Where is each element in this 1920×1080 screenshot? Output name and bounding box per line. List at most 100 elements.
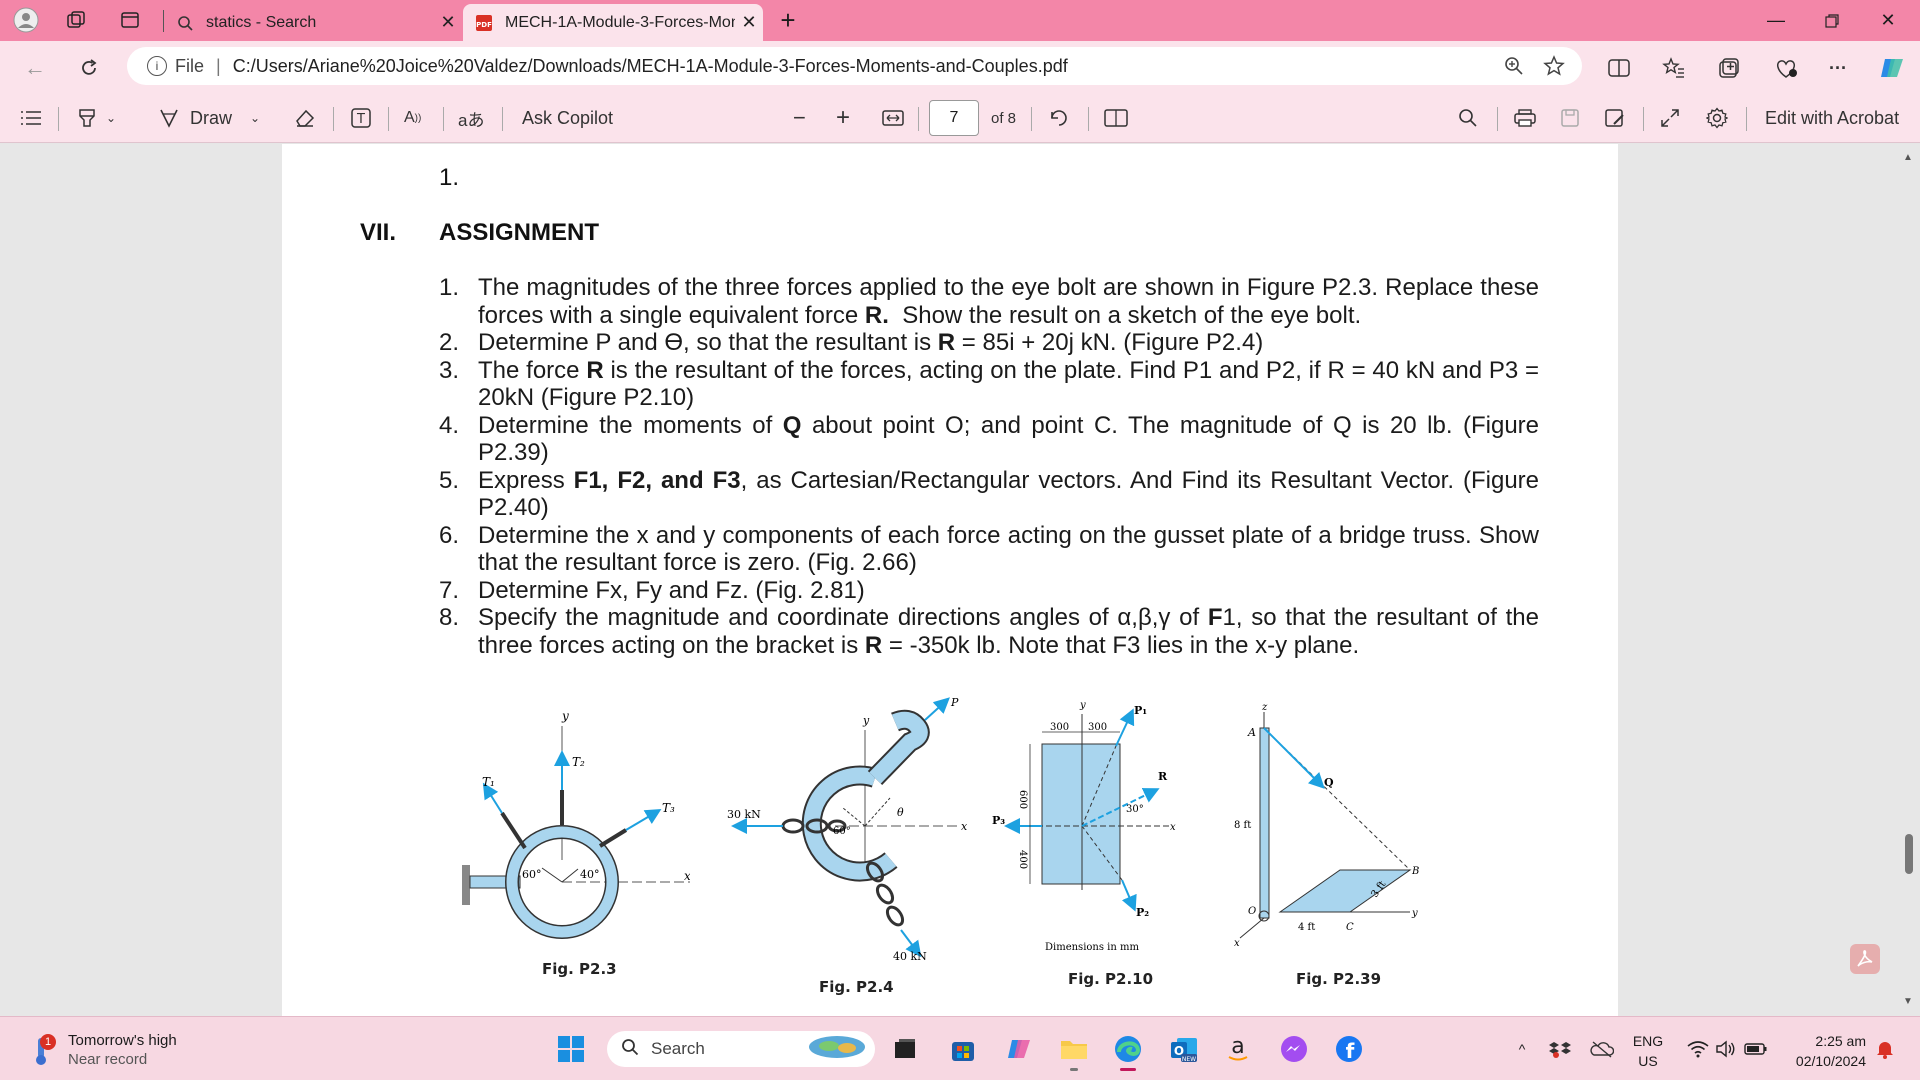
svg-text:f: f [1346, 1039, 1355, 1063]
tab-pdf[interactable]: PDF MECH-1A-Module-3-Forces-Mon ✕ [463, 4, 763, 41]
svg-text:NEW: NEW [1182, 1056, 1196, 1063]
draw-label: Draw [190, 107, 233, 128]
refresh-icon[interactable] [72, 51, 106, 85]
task-view-icon[interactable] [889, 1033, 921, 1065]
address-bar[interactable]: i File | C:/Users/Ariane%20Joice%20Valde… [127, 47, 1582, 85]
highlight-button[interactable]: ⌄ [76, 102, 116, 134]
copilot-icon[interactable] [1874, 51, 1910, 85]
clock[interactable]: 2:25 am 02/10/2024 [1780, 1031, 1866, 1071]
assignment-list: 1. The magnitudes of the three forces app… [439, 274, 1539, 659]
zoom-in-button[interactable]: + [836, 102, 850, 134]
page-number-input[interactable]: 7 [929, 100, 979, 136]
assignment-text: Specify the magnitude and coordinate dir… [478, 604, 1539, 659]
notification-bell-icon[interactable] [1874, 1033, 1896, 1065]
vertical-scrollbar[interactable]: ▲ ▼ [1898, 144, 1920, 1016]
amazon-icon[interactable]: a [1222, 1033, 1254, 1065]
chevron-down-icon[interactable]: ⌄ [106, 111, 116, 125]
volume-icon[interactable] [1714, 1033, 1738, 1065]
page-view-icon[interactable] [1104, 102, 1128, 134]
edit-with-acrobat-button[interactable]: Edit with Acrobat [1765, 102, 1899, 134]
acrobat-icon[interactable] [1850, 944, 1880, 974]
scroll-down-icon[interactable]: ▼ [1903, 996, 1913, 1007]
collections-icon[interactable] [1711, 51, 1747, 85]
taskbar-search[interactable]: Search [607, 1031, 875, 1067]
assignment-text: Determine the x and y components of each… [478, 521, 1539, 577]
restore-button[interactable] [1804, 0, 1860, 41]
tab-actions-icon[interactable] [116, 6, 144, 34]
read-aloud-icon[interactable]: A)) [404, 102, 421, 134]
assignment-text: Determine the moments of Q about point O… [478, 411, 1540, 467]
save-as-icon[interactable] [1604, 102, 1626, 134]
axis-label: y [1411, 908, 1418, 919]
assignment-item: 2. Determine P and Ɵ, so that the resulta… [439, 329, 1539, 357]
copilot-icon[interactable] [1003, 1033, 1035, 1065]
wifi-icon[interactable] [1686, 1033, 1710, 1065]
rotate-icon[interactable] [1048, 102, 1070, 134]
edge-browser-icon[interactable] [1112, 1033, 1144, 1071]
scroll-up-icon[interactable]: ▲ [1903, 152, 1913, 163]
windows-start-icon[interactable] [555, 1033, 587, 1065]
language-indicator[interactable]: ENG US [1630, 1031, 1666, 1071]
zoom-icon[interactable] [1494, 47, 1534, 85]
print-icon[interactable] [1514, 102, 1536, 134]
search-icon[interactable] [1458, 102, 1478, 134]
eraser-icon[interactable] [294, 102, 316, 134]
file-explorer-icon[interactable] [1058, 1033, 1090, 1071]
divider [1643, 107, 1644, 131]
workspaces-icon[interactable] [62, 6, 90, 34]
save-icon[interactable] [1560, 102, 1580, 134]
favorites-icon[interactable] [1656, 51, 1692, 85]
favorite-star-icon[interactable] [1534, 47, 1574, 85]
translate-icon[interactable]: aあ [458, 102, 484, 134]
more-options-icon[interactable]: ··· [1820, 51, 1856, 85]
figure-p2-39: z A Q 8 ft B 3 ft 4 ft C O y x [1234, 702, 1419, 949]
settings-gear-icon[interactable] [1706, 102, 1728, 134]
tab-statics-search[interactable]: statics - Search ✕ [164, 4, 462, 41]
minimize-button[interactable]: — [1748, 0, 1804, 41]
close-window-button[interactable]: ✕ [1860, 0, 1916, 41]
profile-icon[interactable] [12, 6, 40, 34]
info-icon[interactable]: i [147, 56, 167, 76]
text-box-icon[interactable]: T [350, 102, 372, 134]
figure-p2-3: y T₂ T₁ T₃ x 60° 40° [462, 709, 690, 939]
dropbox-icon[interactable] [1548, 1033, 1572, 1065]
divider [1031, 107, 1032, 131]
show-hidden-icons-chevron-icon[interactable]: ^ [1512, 1033, 1532, 1065]
chevron-down-icon[interactable]: ⌄ [250, 111, 260, 125]
ask-copilot-button[interactable]: Ask Copilot [522, 102, 613, 134]
weather-headline: Tomorrow's high [68, 1032, 177, 1049]
full-screen-icon[interactable] [1660, 102, 1680, 134]
browser-essentials-icon[interactable] [1768, 51, 1804, 85]
url-text[interactable]: C:/Users/Ariane%20Joice%20Valdez/Downloa… [233, 56, 1494, 77]
figure-caption: Fig. P2.39 [1296, 970, 1382, 988]
back-icon[interactable]: ← [18, 51, 52, 85]
force-label: R [1158, 770, 1168, 783]
divider: | [216, 55, 221, 76]
close-icon[interactable]: ✕ [434, 12, 462, 33]
close-icon[interactable]: ✕ [735, 12, 763, 33]
force-label: T₃ [662, 801, 675, 815]
fit-width-icon[interactable] [882, 102, 904, 134]
zoom-out-button[interactable]: − [793, 102, 806, 134]
messenger-icon[interactable] [1278, 1033, 1310, 1065]
battery-icon[interactable] [1744, 1033, 1768, 1065]
microsoft-store-icon[interactable] [947, 1033, 979, 1065]
divider [333, 107, 334, 131]
assignment-item: 5. Express F1, F2, and F3, as Cartesian/R… [439, 467, 1539, 522]
axis-label: y [1079, 700, 1086, 711]
point-label: A [1247, 726, 1256, 739]
title-bar: statics - Search ✕ PDF MECH-1A-Module-3-… [0, 0, 1920, 41]
split-screen-icon[interactable] [1601, 51, 1637, 85]
list-number: 4. [439, 411, 460, 439]
outlook-icon[interactable]: O NEW [1168, 1033, 1200, 1065]
new-tab-button[interactable]: + [774, 5, 802, 35]
dimension-label: 300 [1088, 722, 1107, 733]
draw-button[interactable]: Draw ⌄ [158, 102, 260, 134]
angle-label: 40° [580, 868, 600, 881]
list-number: 8. [439, 604, 460, 631]
onedrive-icon[interactable] [1590, 1033, 1614, 1065]
contents-icon[interactable] [20, 102, 42, 134]
scrollbar-thumb[interactable] [1905, 834, 1913, 874]
facebook-icon[interactable]: f [1333, 1033, 1365, 1065]
weather-widget[interactable]: 1 Tomorrow's high Near record [28, 1031, 177, 1069]
